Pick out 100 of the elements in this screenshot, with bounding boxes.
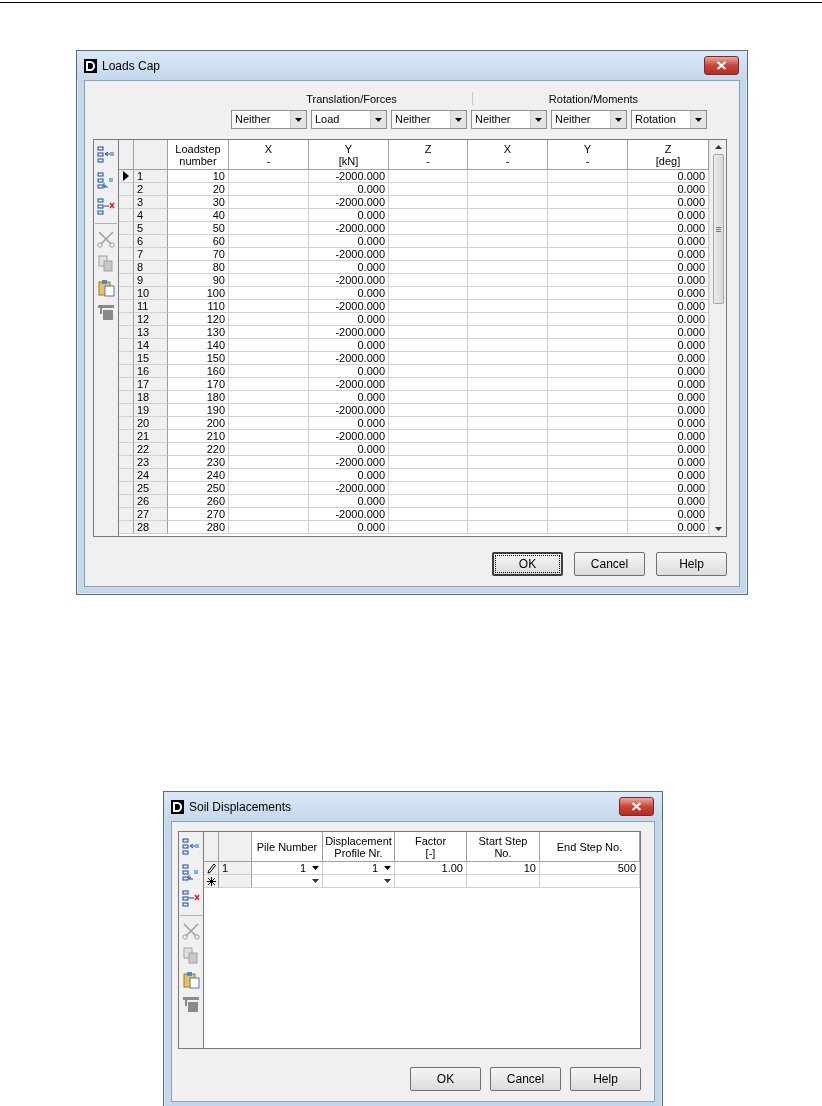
empty-cell[interactable]: [548, 274, 628, 287]
table-cell[interactable]: 130: [168, 326, 229, 339]
empty-cell[interactable]: [229, 248, 309, 261]
empty-cell[interactable]: [468, 287, 548, 300]
table-cell[interactable]: -2000.000: [309, 430, 389, 443]
empty-cell[interactable]: [468, 417, 548, 430]
dropdown[interactable]: Load: [311, 110, 387, 129]
empty-cell[interactable]: [389, 365, 468, 378]
table-cell[interactable]: 60: [168, 235, 229, 248]
empty-cell[interactable]: [229, 300, 309, 313]
table-cell[interactable]: 20: [168, 183, 229, 196]
empty-cell[interactable]: [389, 170, 468, 183]
dropdown-arrow-icon[interactable]: [455, 117, 462, 122]
table-cell[interactable]: -2000.000: [309, 456, 389, 469]
table-cell[interactable]: 140: [168, 339, 229, 352]
empty-cell[interactable]: [229, 404, 309, 417]
table-cell[interactable]: -2000.000: [309, 508, 389, 521]
empty-cell[interactable]: [229, 482, 309, 495]
dropdown-arrow-icon[interactable]: [535, 117, 542, 122]
table-cell[interactable]: 0.000: [309, 417, 389, 430]
table-cell[interactable]: 10: [467, 862, 540, 875]
empty-cell[interactable]: [548, 196, 628, 209]
table-cell[interactable]: 500: [540, 862, 640, 875]
dropdown-arrow-icon[interactable]: [312, 879, 319, 883]
empty-cell[interactable]: [548, 443, 628, 456]
empty-cell[interactable]: [468, 313, 548, 326]
table-cell[interactable]: 230: [168, 456, 229, 469]
dropdown-arrow-icon[interactable]: [375, 117, 382, 122]
empty-cell[interactable]: [389, 339, 468, 352]
insert-row-icon[interactable]: [181, 837, 201, 856]
dropdown[interactable]: Neither: [391, 110, 467, 129]
table-cell[interactable]: -2000.000: [309, 326, 389, 339]
dropdown-arrow-icon[interactable]: [695, 117, 702, 122]
table-cell[interactable]: 0.000: [309, 261, 389, 274]
dialog-button[interactable]: Help: [570, 1067, 641, 1091]
row-indicator[interactable]: [119, 170, 134, 183]
table-cell[interactable]: 270: [168, 508, 229, 521]
scrollbar[interactable]: [709, 140, 726, 536]
table-cell[interactable]: -2000.000: [309, 352, 389, 365]
empty-cell[interactable]: [548, 495, 628, 508]
empty-cell[interactable]: [389, 261, 468, 274]
empty-cell[interactable]: [468, 456, 548, 469]
row-indicator[interactable]: [204, 862, 219, 875]
delete-row-icon[interactable]: [181, 889, 201, 908]
empty-cell[interactable]: [548, 183, 628, 196]
copy-icon[interactable]: [98, 255, 114, 272]
empty-cell[interactable]: [548, 339, 628, 352]
dropdown[interactable]: Neither: [471, 110, 547, 129]
table-cell[interactable]: 150: [168, 352, 229, 365]
table-cell[interactable]: 210: [168, 430, 229, 443]
dropdown-arrow-icon[interactable]: [384, 879, 391, 883]
close-button[interactable]: [619, 797, 654, 816]
table-cell[interactable]: 200: [168, 417, 229, 430]
empty-cell[interactable]: [229, 391, 309, 404]
empty-cell[interactable]: [389, 352, 468, 365]
empty-cell[interactable]: [389, 521, 468, 534]
table-cell[interactable]: 10: [168, 170, 229, 183]
empty-cell[interactable]: [229, 508, 309, 521]
empty-cell[interactable]: [468, 469, 548, 482]
table-cell[interactable]: 120: [168, 313, 229, 326]
empty-cell[interactable]: [548, 430, 628, 443]
empty-cell[interactable]: [468, 274, 548, 287]
scissors-icon[interactable]: [182, 923, 200, 940]
empty-cell[interactable]: [229, 274, 309, 287]
empty-cell[interactable]: [229, 209, 309, 222]
empty-cell[interactable]: [389, 469, 468, 482]
table-cell[interactable]: 100: [168, 287, 229, 300]
table-cell[interactable]: 30: [168, 196, 229, 209]
empty-cell[interactable]: [229, 170, 309, 183]
empty-cell[interactable]: [389, 313, 468, 326]
dropdown-arrow-icon[interactable]: [312, 866, 319, 870]
table-cell[interactable]: 0.000: [309, 209, 389, 222]
empty-cell[interactable]: [229, 352, 309, 365]
table-cell[interactable]: -2000.000: [309, 300, 389, 313]
empty-cell[interactable]: [229, 417, 309, 430]
table-cell[interactable]: -2000.000: [309, 404, 389, 417]
empty-cell[interactable]: [468, 378, 548, 391]
empty-cell[interactable]: [389, 235, 468, 248]
empty-cell[interactable]: [468, 222, 548, 235]
empty-cell[interactable]: [389, 326, 468, 339]
empty-cell[interactable]: [389, 300, 468, 313]
empty-cell[interactable]: [468, 482, 548, 495]
empty-cell[interactable]: [389, 183, 468, 196]
empty-cell[interactable]: [389, 508, 468, 521]
table-cell[interactable]: 1: [299, 862, 306, 874]
empty-cell[interactable]: [229, 443, 309, 456]
close-button[interactable]: [704, 56, 739, 75]
dialog-button[interactable]: OK: [492, 552, 563, 576]
table-icon[interactable]: [182, 996, 200, 1013]
empty-cell[interactable]: [548, 209, 628, 222]
empty-cell[interactable]: [548, 235, 628, 248]
empty-cell[interactable]: [468, 235, 548, 248]
empty-cell[interactable]: [389, 430, 468, 443]
empty-cell[interactable]: [229, 521, 309, 534]
empty-cell[interactable]: [229, 196, 309, 209]
table-cell[interactable]: 280: [168, 521, 229, 534]
table-cell[interactable]: 40: [168, 209, 229, 222]
empty-cell[interactable]: [229, 469, 309, 482]
empty-cell[interactable]: [468, 196, 548, 209]
dropdown-arrow-icon[interactable]: [615, 117, 622, 122]
